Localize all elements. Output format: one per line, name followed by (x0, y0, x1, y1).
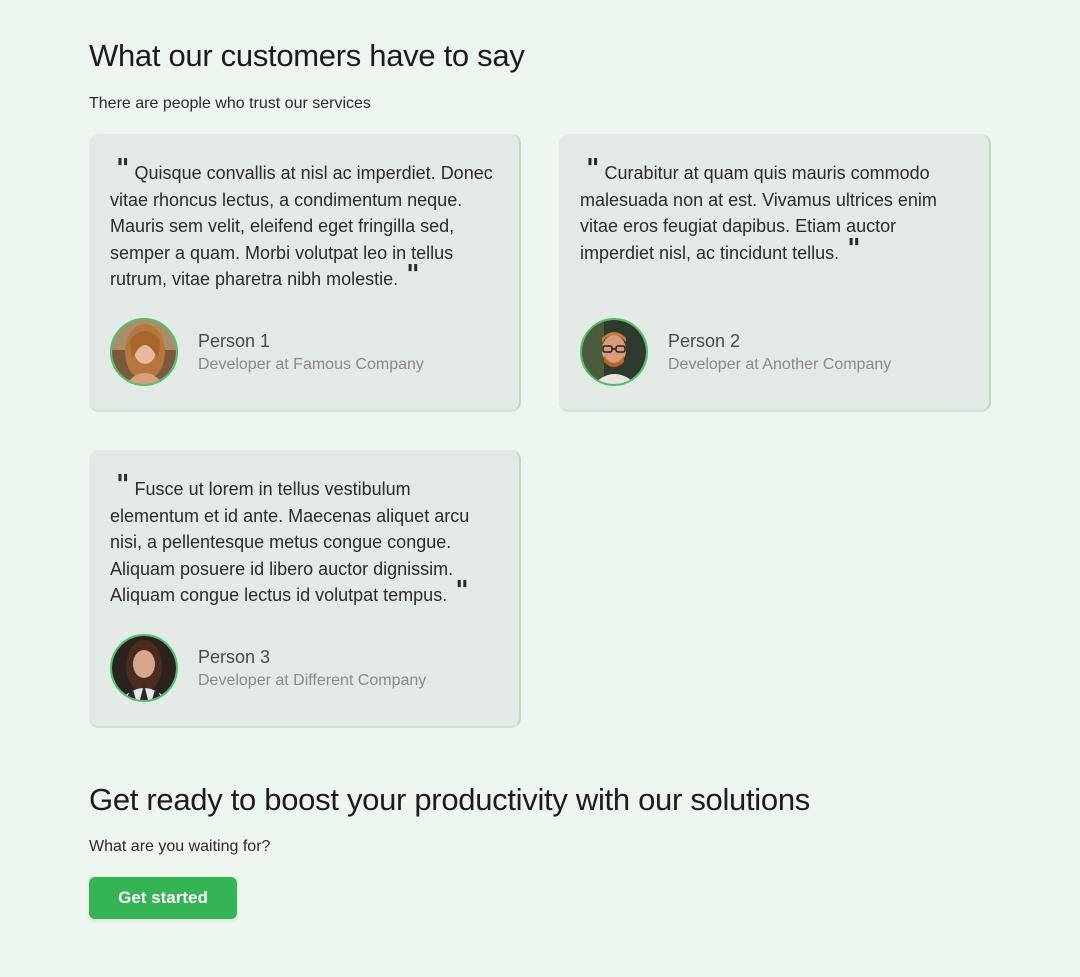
person-name: Person 2 (668, 331, 741, 351)
testimonial-quote-text: Curabitur at quam quis mauris commodo ma… (580, 163, 937, 263)
person-name: Person 1 (198, 331, 271, 351)
testimonial-quote-text: Quisque convallis at nisl ac imperdiet. … (110, 163, 493, 289)
quote-close-icon: " (406, 260, 420, 290)
testimonials-subtitle: There are people who trust our services (89, 95, 371, 112)
person-info: Person 1 Developer at Famous Company (198, 330, 424, 376)
testimonial-quote-text: Fusce ut lorem in tellus vestibulum elem… (110, 479, 470, 605)
testimonial-card: " Quisque convallis at nisl ac imperdiet.… (89, 134, 521, 412)
testimonial-quote: " Curabitur at quam quis mauris commodo m… (580, 154, 970, 266)
testimonials-title: What our customers have to say (89, 38, 525, 73)
avatar (110, 634, 178, 702)
quote-close-icon: " (847, 233, 861, 264)
person-info: Person 2 Developer at Another Company (668, 330, 891, 376)
person-role: Developer at Another Company (668, 356, 892, 373)
avatar (580, 318, 648, 386)
cta-title: Get ready to boost your productivity wit… (89, 782, 810, 817)
cta-header: Get ready to boost your productivity wit… (89, 782, 810, 818)
person-role: Developer at Different Company (198, 672, 427, 689)
get-started-button[interactable]: Get started (89, 877, 237, 919)
testimonials-subtitle-wrap: There are people who trust our services (89, 95, 371, 113)
quote-open-icon: " (116, 470, 130, 500)
quote-open-icon: " (586, 154, 600, 184)
testimonials-header: What our customers have to say (89, 38, 525, 74)
avatar (110, 318, 178, 386)
cta-subtitle: What are you waiting for? (89, 838, 271, 855)
testimonial-quote: " Quisque convallis at nisl ac imperdiet.… (110, 154, 500, 293)
testimonial-card: " Curabitur at quam quis mauris commodo m… (559, 134, 991, 412)
cta-subtitle-wrap: What are you waiting for? (89, 838, 270, 856)
quote-open-icon: " (116, 154, 130, 184)
testimonial-card: " Fusce ut lorem in tellus vestibulum ele… (89, 450, 521, 728)
person-name: Person 3 (198, 647, 271, 667)
testimonial-quote: " Fusce ut lorem in tellus vestibulum ele… (110, 470, 500, 609)
person-info: Person 3 Developer at Different Company (198, 646, 426, 692)
quote-close-icon: " (455, 576, 469, 606)
person-role: Developer at Famous Company (198, 356, 424, 373)
